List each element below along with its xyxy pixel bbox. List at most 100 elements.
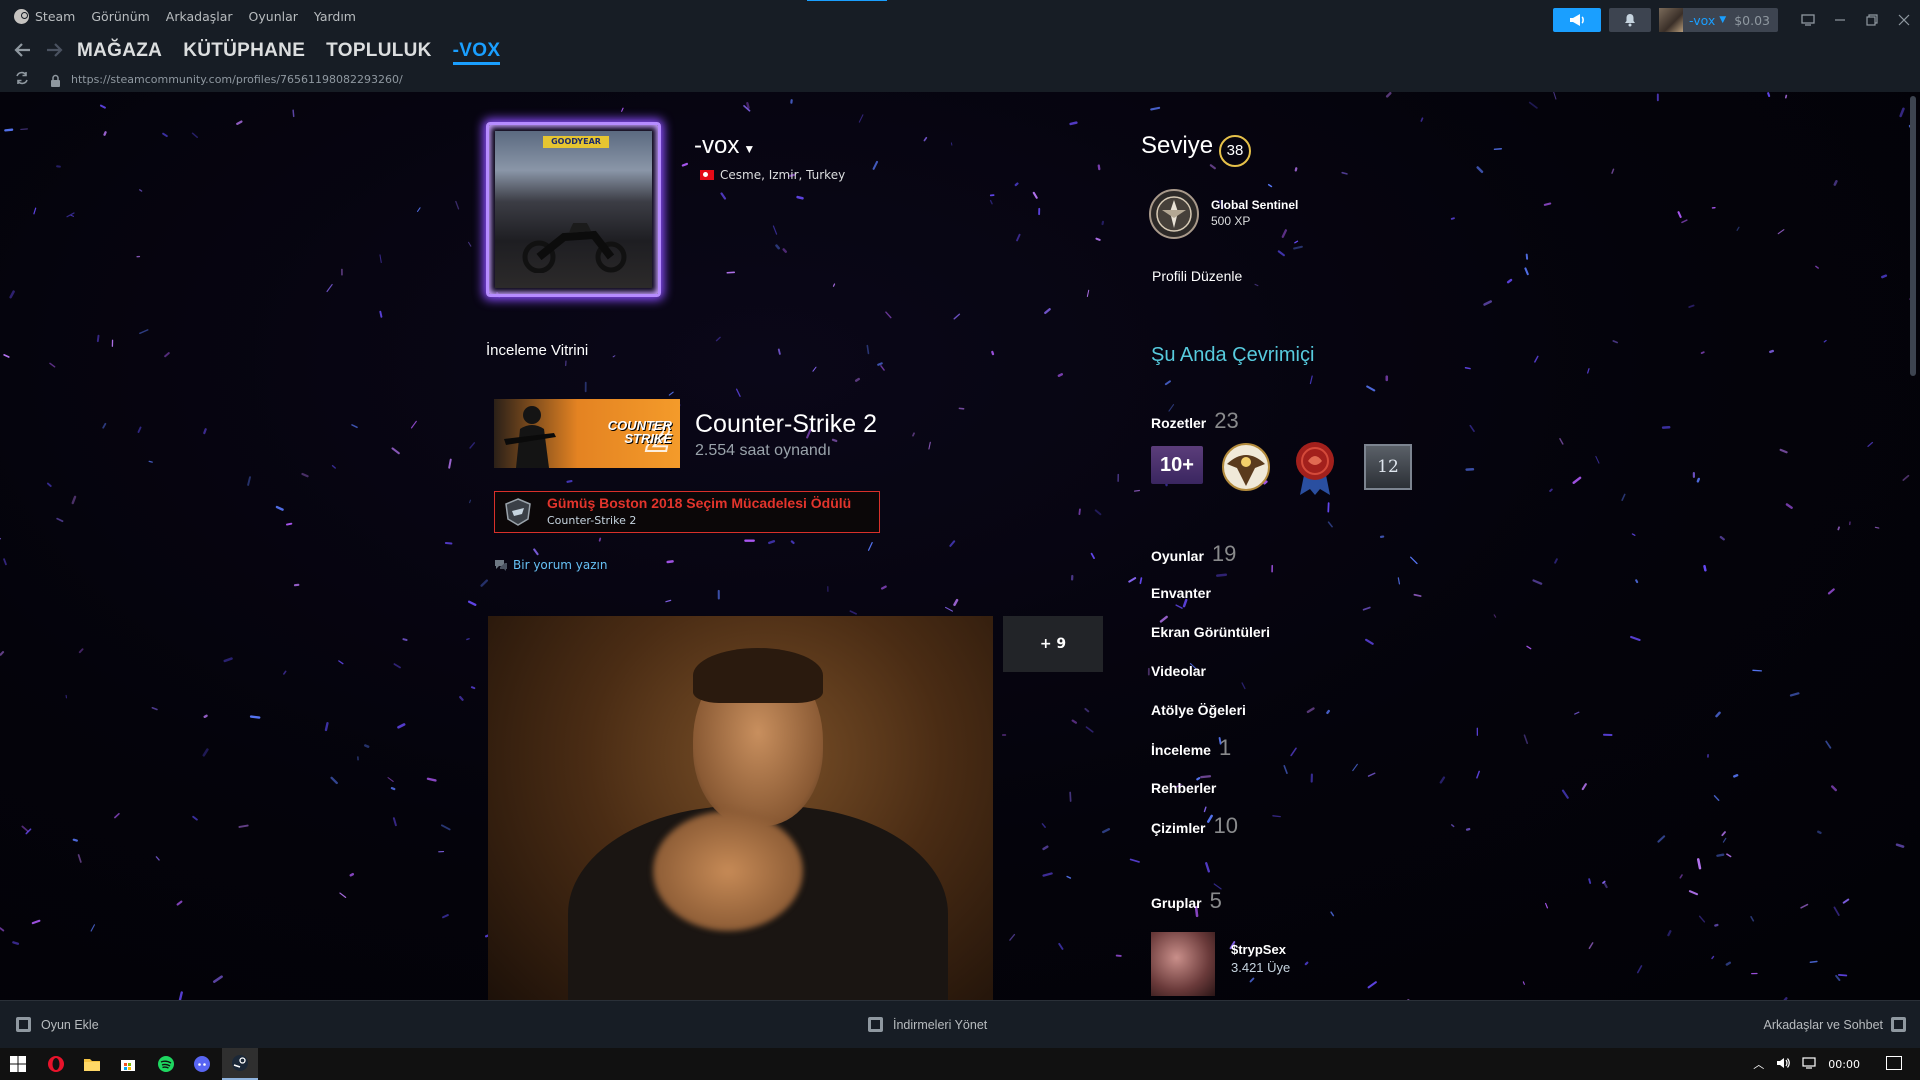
back-arrow-icon[interactable]	[14, 41, 38, 63]
file-explorer-icon[interactable]	[74, 1048, 110, 1080]
star-particle	[1413, 593, 1422, 597]
chevron-up-icon[interactable]: ︿	[1753, 1056, 1764, 1072]
groups-link[interactable]: Gruplar 5	[1151, 888, 1222, 914]
menu-help[interactable]: Yardım	[314, 9, 356, 24]
nav-community[interactable]: TOPLULUK	[326, 37, 432, 65]
group-avatar[interactable]	[1151, 932, 1215, 996]
menu-view[interactable]: Görünüm	[91, 9, 149, 24]
nav-library[interactable]: KÜTÜPHANE	[183, 37, 305, 65]
star-particle	[1825, 740, 1832, 749]
star-particle	[1009, 933, 1016, 941]
restore-icon[interactable]	[1856, 8, 1888, 32]
game-capsule-image[interactable]: 2 COUNTER STRIKE	[494, 399, 680, 468]
manage-downloads-button[interactable]: İndirmeleri Yönet	[868, 1017, 987, 1032]
star-particle	[480, 579, 489, 587]
opera-icon[interactable]	[38, 1048, 74, 1080]
star-particle	[1831, 785, 1837, 792]
star-particle	[1715, 711, 1721, 718]
star-particle	[103, 131, 107, 136]
avatar-frame[interactable]: GOODYEAR	[486, 122, 661, 297]
level-badge[interactable]: 38	[1219, 135, 1251, 167]
action-center-icon[interactable]	[1886, 1056, 1902, 1070]
friends-chat-button[interactable]: Arkadaşlar ve Sohbet	[1763, 1017, 1906, 1032]
star-particle	[944, 606, 954, 612]
star-particle	[872, 160, 879, 170]
group-name[interactable]: $trypSex	[1231, 942, 1286, 957]
star-particle	[1293, 245, 1303, 250]
videos-link[interactable]: Videolar	[1151, 663, 1206, 679]
menu-steam[interactable]: Steam	[35, 9, 75, 24]
page-scrollbar[interactable]	[1910, 96, 1916, 376]
screenshots-link[interactable]: Ekran Görüntüleri	[1151, 624, 1270, 640]
star-particle	[1044, 308, 1051, 315]
star-particle	[1696, 477, 1700, 483]
discord-icon[interactable]	[184, 1048, 220, 1080]
star-particle	[151, 707, 158, 711]
star-particle	[1523, 734, 1529, 745]
network-icon[interactable]	[1802, 1056, 1816, 1072]
write-comment-link[interactable]: Bir yorum yazın	[494, 558, 608, 572]
star-particle	[0, 651, 5, 656]
star-particle	[392, 817, 397, 827]
star-particle	[1216, 573, 1228, 577]
star-particle	[777, 348, 781, 355]
eagle-badge-icon[interactable]	[1221, 442, 1271, 492]
nav-store[interactable]: MAĞAZA	[77, 37, 162, 65]
star-particle	[1895, 843, 1905, 848]
star-particle	[1057, 373, 1063, 378]
artwork-showcase-image[interactable]	[488, 616, 993, 1000]
windows-start-icon[interactable]	[0, 1048, 36, 1080]
reload-icon[interactable]	[14, 71, 30, 89]
more-artwork-button[interactable]: + 9	[1003, 616, 1103, 672]
menu-friends[interactable]: Arkadaşlar	[166, 9, 233, 24]
big-picture-icon[interactable]	[1792, 8, 1824, 32]
workshop-items-link[interactable]: Atölye Öğeleri	[1151, 702, 1246, 718]
guides-link[interactable]: Rehberler	[1151, 780, 1216, 796]
star-particle	[912, 432, 915, 437]
star-particle	[1561, 789, 1569, 799]
account-menu-button[interactable]: -vox ▼ $0.03	[1659, 8, 1778, 32]
volume-icon[interactable]	[1776, 1057, 1791, 1072]
star-particle	[1367, 981, 1377, 989]
close-icon[interactable]	[1888, 8, 1920, 32]
star-particle	[212, 975, 223, 983]
nav-profile[interactable]: -VOX	[452, 37, 501, 65]
review-award[interactable]: Gümüş Boston 2018 Seçim Mücadelesi Ödülü…	[494, 491, 880, 533]
edit-profile-button[interactable]: Profili Düzenle	[1152, 268, 1242, 284]
favorite-badge-name[interactable]: Global Sentinel	[1211, 198, 1298, 212]
star-particle	[854, 377, 860, 382]
notifications-button[interactable]	[1609, 8, 1652, 32]
store-icon[interactable]	[110, 1048, 146, 1080]
steam-taskbar-icon[interactable]	[222, 1048, 258, 1080]
menu-games[interactable]: Oyunlar	[249, 9, 298, 24]
persona-name[interactable]: -vox ▼	[694, 132, 755, 160]
showcase-title: İnceleme Vitrini	[486, 342, 589, 359]
star-particle	[1506, 278, 1513, 284]
global-sentinel-badge-icon[interactable]	[1148, 188, 1200, 240]
forward-arrow-icon[interactable]	[45, 41, 69, 63]
spotify-icon[interactable]	[148, 1048, 184, 1080]
taskbar-clock[interactable]: 00:00	[1828, 1058, 1860, 1071]
star-particle	[1559, 438, 1564, 445]
announcements-button[interactable]	[1553, 8, 1602, 32]
badge-years-of-service[interactable]: 10+	[1151, 446, 1203, 484]
steam-logo-icon[interactable]	[14, 9, 29, 24]
url-text[interactable]: https://steamcommunity.com/profiles/7656…	[71, 73, 403, 86]
star-particle	[1554, 558, 1558, 564]
review-game-name[interactable]: Counter-Strike 2	[695, 410, 877, 439]
games-link[interactable]: Oyunlar 19	[1151, 541, 1236, 567]
star-particle	[612, 355, 616, 358]
inventory-link[interactable]: Envanter	[1151, 585, 1211, 601]
award-shield-icon	[505, 498, 531, 526]
reviews-link[interactable]: İnceleme 1	[1151, 735, 1231, 761]
star-particle	[331, 465, 336, 469]
minimize-icon[interactable]	[1824, 8, 1856, 32]
badge-level-12[interactable]: 12	[1364, 444, 1412, 490]
star-particle	[470, 686, 476, 690]
artwork-link[interactable]: Çizimler 10	[1151, 813, 1238, 839]
add-game-button[interactable]: Oyun Ekle	[16, 1017, 99, 1032]
chevron-down-icon: ▼	[1719, 15, 1727, 25]
wax-seal-badge-icon[interactable]	[1292, 441, 1338, 497]
chevron-down-icon[interactable]: ▼	[743, 142, 755, 156]
badges-link[interactable]: Rozetler 23	[1151, 408, 1239, 434]
